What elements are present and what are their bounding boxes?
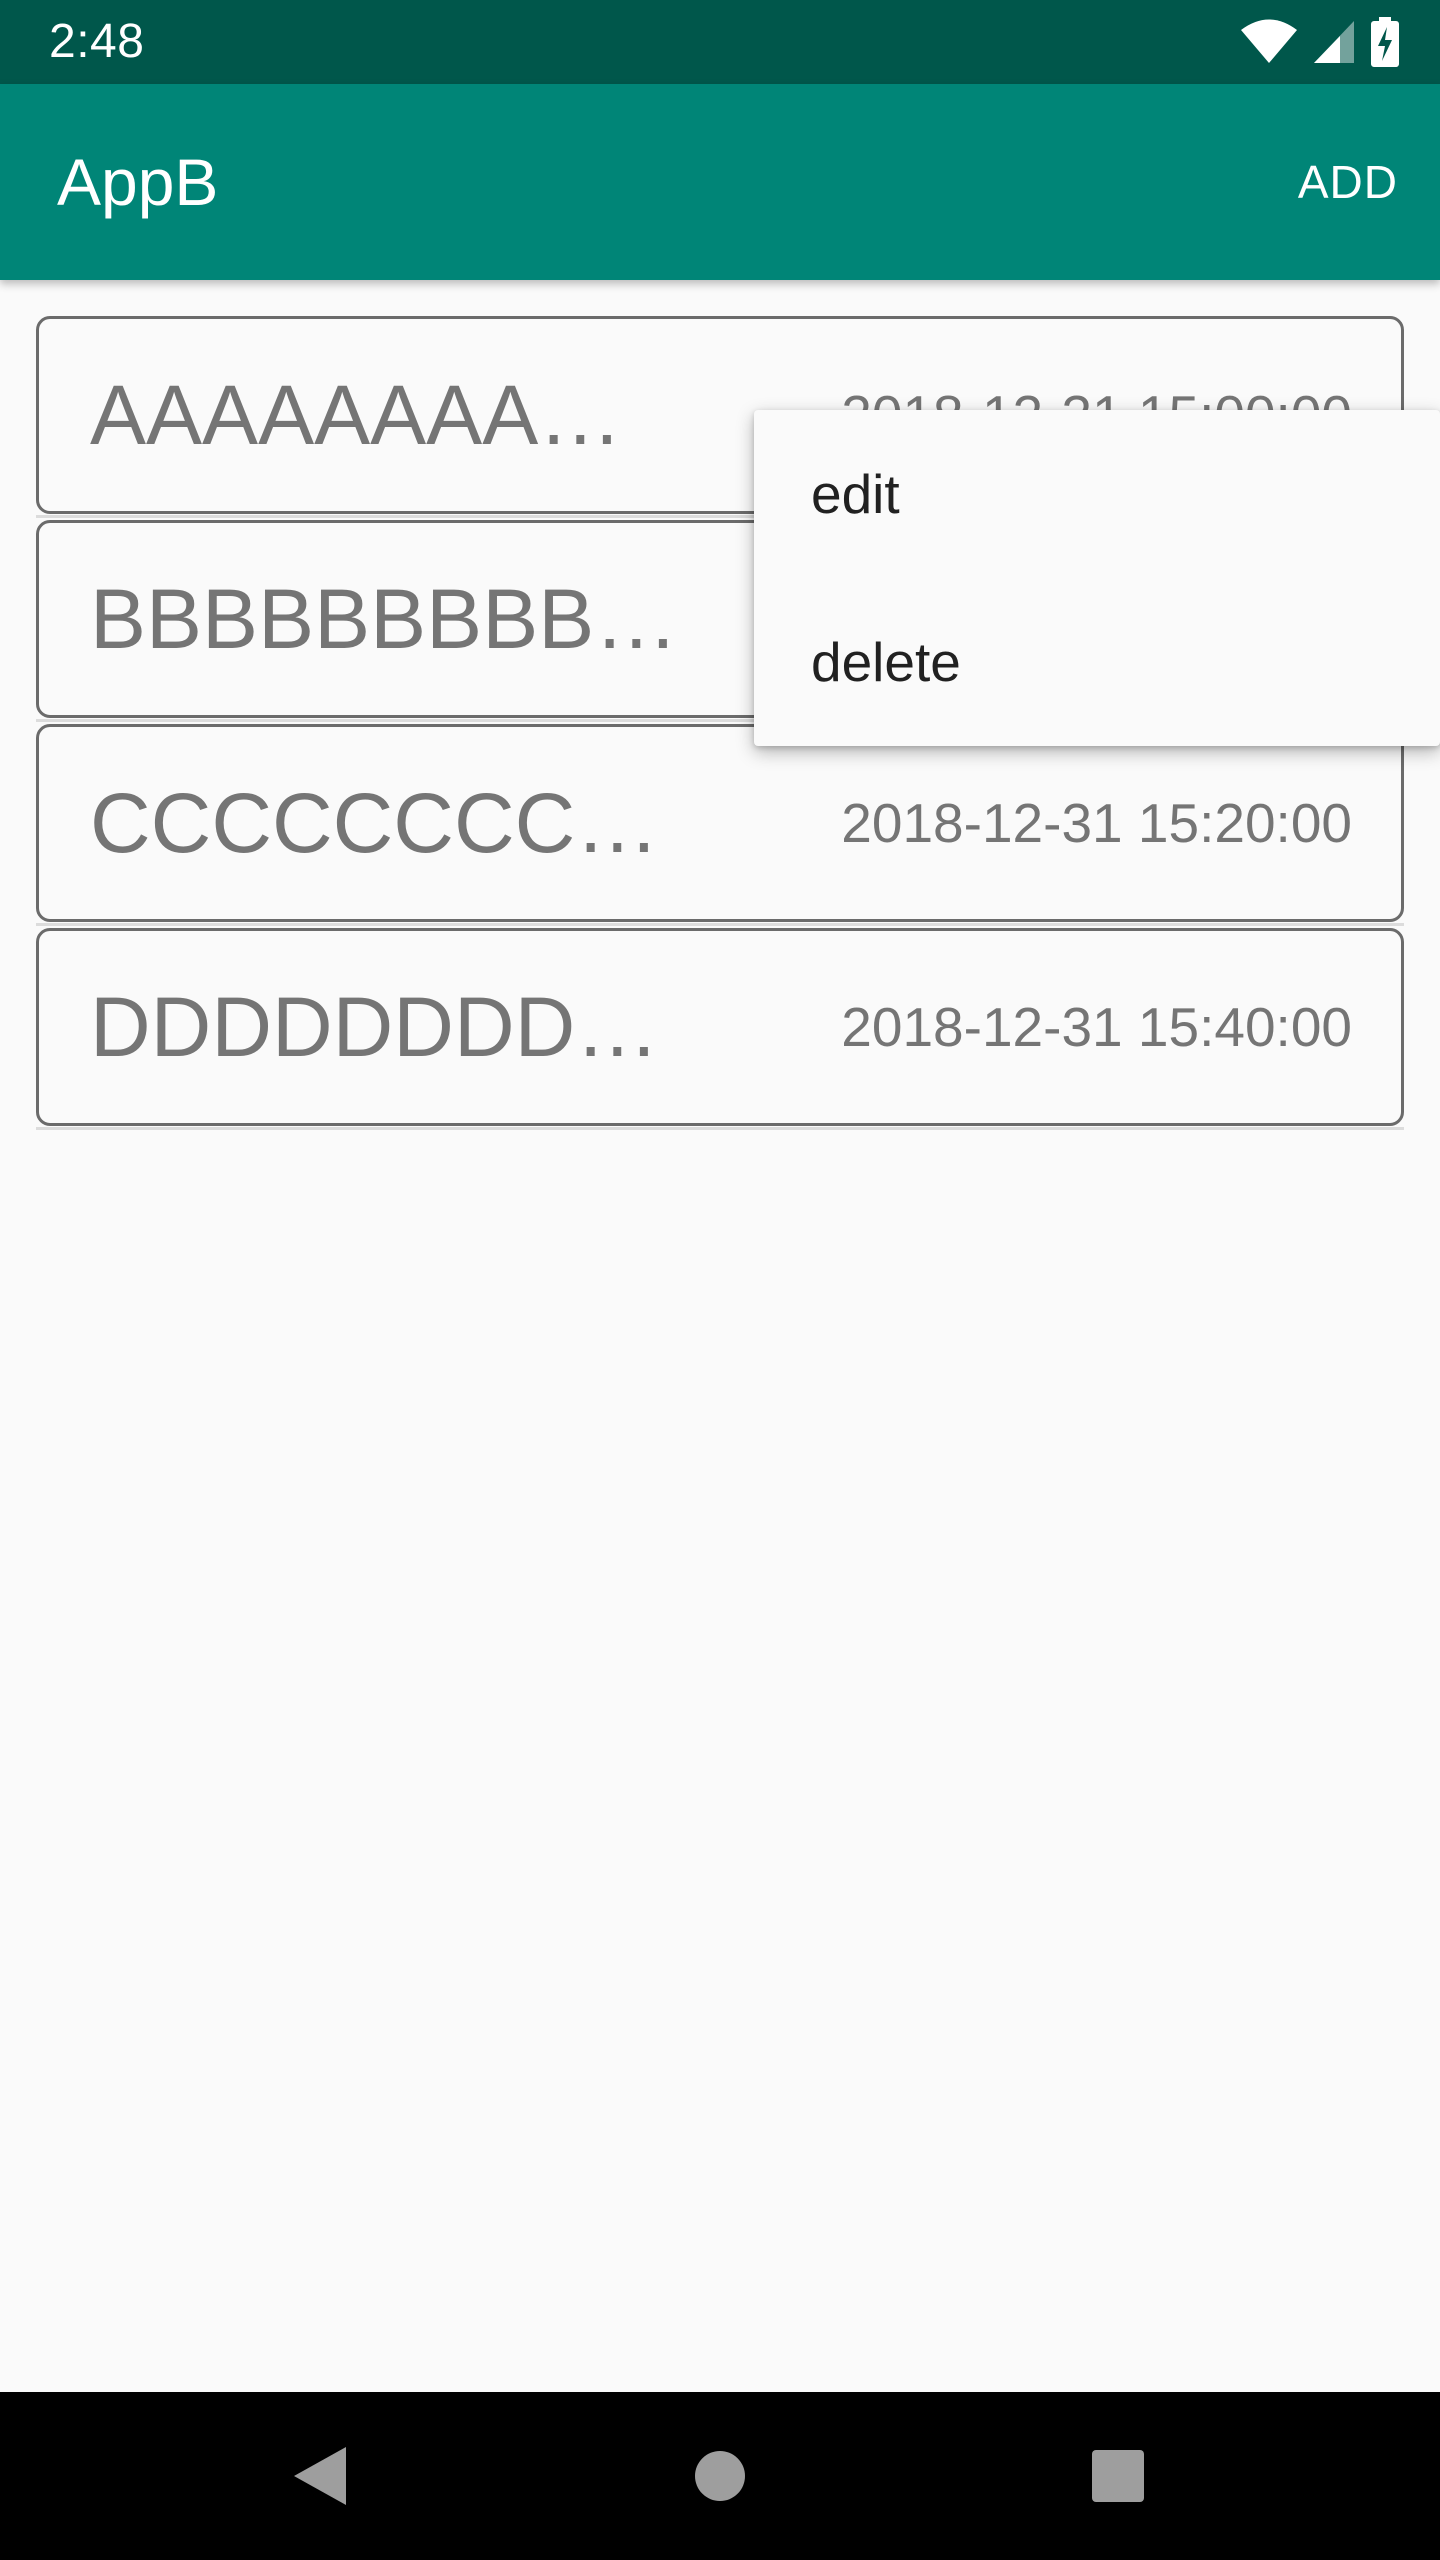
item-title: AAAAAAAA… bbox=[90, 368, 623, 462]
item-title: BBBBBBBBB… bbox=[90, 572, 679, 666]
back-icon bbox=[294, 2447, 346, 2505]
item-timestamp: 2018-12-31 15:40:00 bbox=[841, 996, 1352, 1058]
cellular-signal-icon bbox=[1314, 21, 1354, 63]
item-title: CCCCCCCC… bbox=[90, 776, 660, 870]
back-button[interactable] bbox=[270, 2392, 370, 2560]
context-menu: edit delete bbox=[754, 410, 1440, 746]
list-item[interactable]: CCCCCCCC… 2018-12-31 15:20:00 bbox=[36, 724, 1404, 926]
recent-apps-icon bbox=[1092, 2450, 1144, 2502]
navigation-bar bbox=[0, 2392, 1440, 2560]
home-button[interactable] bbox=[670, 2392, 770, 2560]
screen: 2:48 AppB ADD AAAAAAAA… 2018-12-31 15:00… bbox=[0, 0, 1440, 2560]
status-time: 2:48 bbox=[49, 15, 145, 68]
item-title: DDDDDDDD… bbox=[90, 980, 660, 1074]
home-icon bbox=[695, 2451, 745, 2501]
add-button[interactable]: ADD bbox=[1298, 84, 1398, 280]
item-timestamp: 2018-12-31 15:20:00 bbox=[841, 792, 1352, 854]
battery-charging-icon bbox=[1371, 17, 1399, 67]
delete-menu-item[interactable]: delete bbox=[754, 578, 1440, 746]
edit-menu-item[interactable]: edit bbox=[754, 410, 1440, 578]
wifi-icon bbox=[1241, 19, 1297, 63]
app-bar: AppB ADD bbox=[0, 84, 1440, 280]
recent-apps-button[interactable] bbox=[1068, 2392, 1168, 2560]
list-item[interactable]: DDDDDDDD… 2018-12-31 15:40:00 bbox=[36, 928, 1404, 1130]
status-bar: 2:48 bbox=[0, 0, 1440, 84]
status-icons bbox=[1240, 0, 1400, 84]
app-title: AppB bbox=[57, 145, 219, 219]
